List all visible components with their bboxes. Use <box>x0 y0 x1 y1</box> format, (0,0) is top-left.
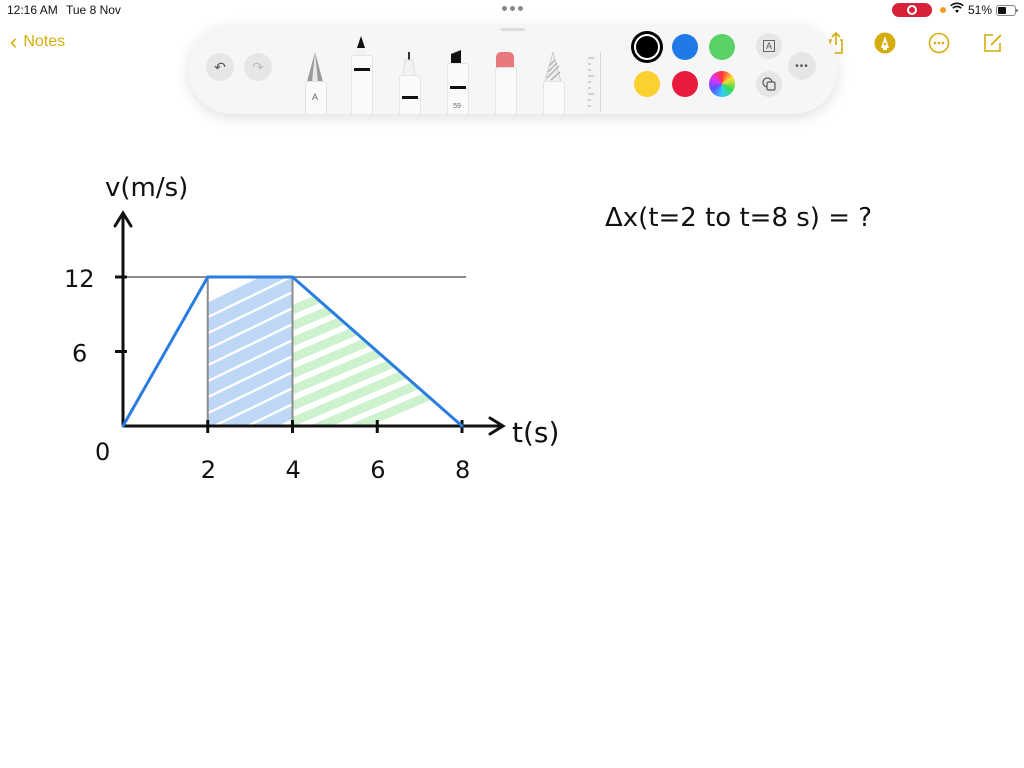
color-swatch-green[interactable] <box>709 34 735 60</box>
velocity-point <box>206 275 210 279</box>
back-button[interactable]: ‹ Notes <box>10 29 66 54</box>
chevron-left-icon: ‹ <box>10 29 18 54</box>
text-box-icon: A <box>762 40 775 52</box>
highlighter-tool[interactable]: 59 <box>447 50 469 114</box>
blue-shaded-region <box>207 277 293 426</box>
color-swatch-blue[interactable] <box>672 34 698 60</box>
battery-icon <box>996 5 1018 16</box>
back-label: Notes <box>23 33 66 50</box>
velocity-point <box>291 275 294 279</box>
pen-tool[interactable]: A <box>305 52 327 114</box>
color-swatch-yellow[interactable] <box>634 71 660 97</box>
x-axis-label: t(s) <box>512 416 559 449</box>
redo-button[interactable]: ↷ <box>244 53 272 81</box>
status-date: Tue 8 Nov <box>66 3 121 17</box>
color-swatch-black[interactable] <box>634 34 660 60</box>
velocity-point <box>460 424 464 428</box>
x-tick-label: 6 <box>370 456 385 484</box>
undo-icon: ↶ <box>214 58 226 75</box>
x-tick-label: 8 <box>455 456 470 484</box>
battery-percent: 51% <box>968 3 993 17</box>
palette-grabber[interactable] <box>501 28 525 31</box>
tool-palette: ↶ ↷ A 59 A ••• <box>188 24 838 114</box>
battery-fill <box>998 7 1007 14</box>
compose-icon[interactable] <box>982 32 1004 59</box>
status-time: 12:16 AM <box>7 3 58 17</box>
ellipsis-circle-icon[interactable] <box>928 32 950 59</box>
x-tick-label: 2 <box>201 456 216 484</box>
text-box-button[interactable]: A <box>756 33 782 59</box>
redo-icon: ↷ <box>252 58 264 75</box>
question-text: Δx(t=2 to t=8 s) = ? <box>605 203 872 233</box>
color-swatch-red[interactable] <box>672 71 698 97</box>
shapes-icon <box>762 77 776 91</box>
note-canvas[interactable]: 2 4 6 8 6 12 v(m/s) t(s) 0 Δx(t=2 to t=8 s) =… <box>0 120 1024 768</box>
highlighter-opacity-label: 59 <box>453 103 461 110</box>
palette-more-button[interactable]: ••• <box>788 52 816 80</box>
status-bar: 12:16 AM Tue 8 Nov 51% <box>0 0 1024 20</box>
wifi-icon <box>950 2 964 17</box>
color-swatch-multicolor[interactable] <box>709 71 735 97</box>
lasso-tool[interactable] <box>543 52 565 114</box>
origin-label: 0 <box>95 438 110 466</box>
y-axis-label: v(m/s) <box>105 173 188 203</box>
y-tick-label: 6 <box>72 340 87 368</box>
shapes-button[interactable] <box>756 71 782 97</box>
green-hatch-stroke <box>292 277 462 319</box>
ruler-tool[interactable] <box>586 52 598 114</box>
green-hatch-stroke <box>292 277 462 335</box>
pen-tool-label: A <box>311 92 318 102</box>
marker-tool[interactable] <box>351 36 373 114</box>
markup-pen-icon[interactable] <box>874 32 896 59</box>
fineliner-tool[interactable] <box>399 52 421 114</box>
palette-divider <box>600 52 601 112</box>
undo-button[interactable]: ↶ <box>206 53 234 81</box>
velocity-point <box>121 424 125 428</box>
x-tick-label: 4 <box>286 456 301 484</box>
microphone-indicator-icon <box>940 7 946 13</box>
eraser-tool[interactable] <box>495 52 517 114</box>
screen-recording-icon[interactable] <box>892 3 932 17</box>
y-tick-label: 12 <box>64 265 95 293</box>
multitasking-icon[interactable] <box>502 6 523 11</box>
ellipsis-icon: ••• <box>795 60 809 72</box>
